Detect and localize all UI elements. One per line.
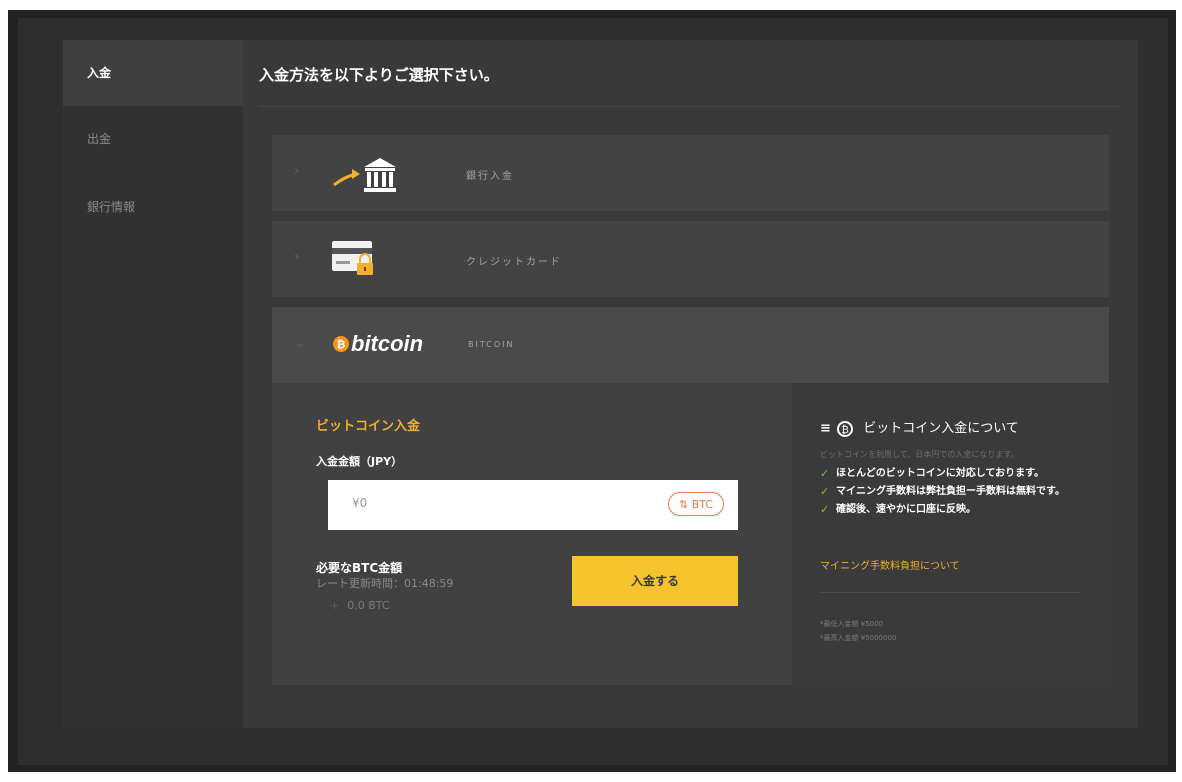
rate-update-time: レート更新時間：01:48:59 xyxy=(316,577,454,590)
max-deposit: *最高入金額 ¥5000000 xyxy=(820,634,897,642)
currency-toggle-button[interactable]: ⇅ BTC xyxy=(668,492,724,516)
sidebar-item-deposit[interactable]: 入金 xyxy=(63,40,243,106)
amount-input[interactable]: ¥0 ⇅ BTC xyxy=(328,480,738,530)
method-credit-label: クレジットカード xyxy=(466,257,562,268)
method-bitcoin: ⌄ ₿ bitcoin BITCOIN ビットコイン入金 入金金額（JPY） ¥… xyxy=(272,307,1109,685)
method-bitcoin-header[interactable]: ⌄ ₿ bitcoin BITCOIN xyxy=(272,307,1109,383)
svg-text:₿: ₿ xyxy=(337,339,346,351)
bitcoin-circle-icon: ₿ xyxy=(837,420,854,437)
sidebar-item-withdraw[interactable]: 出金 xyxy=(63,106,243,172)
bank-icon xyxy=(333,158,396,192)
section-title: ビットコイン入金 xyxy=(316,419,421,434)
feature-list: ✓ ほとんどのビットコインに対応しております。 ✓ マイニング手数料は弊社負担ー… xyxy=(820,467,1090,521)
mining-fee-link[interactable]: マイニング手数料負担について xyxy=(820,557,960,572)
main-content: 入金方法を以下よりご選択下さい。 › 銀行入金 › クレジットカード ⌄ ₿ b… xyxy=(243,40,1138,728)
credit-card-icon xyxy=(332,241,373,275)
required-btc-label: 必要なBTC金額 xyxy=(316,561,403,575)
sidebar-item-bank-info[interactable]: 銀行情報 xyxy=(63,174,243,240)
info-divider xyxy=(820,592,1080,593)
amount-label: 入金金額（JPY） xyxy=(316,455,403,468)
amount-value: ¥0 xyxy=(352,496,368,510)
bitcoin-info-panel: ≡ ₿ ビットコイン入金について ビットコインを利用して、日本円での入金になりま… xyxy=(792,383,1109,685)
plus-icon: + xyxy=(330,599,340,612)
deposit-limits: *最低入金額 ¥5000 *最高入金額 ¥5000000 xyxy=(820,617,896,645)
info-title: ≡ ₿ ビットコイン入金について xyxy=(820,417,1019,437)
bitcoin-deposit-form: ビットコイン入金 入金金額（JPY） ¥0 ⇅ BTC 必要なBTC金額 レート… xyxy=(272,383,788,685)
deposit-panel: 入金 出金 銀行情報 入金方法を以下よりご選択下さい。 › 銀行入金 › クレジ… xyxy=(63,40,1138,728)
method-bank-label: 銀行入金 xyxy=(466,171,514,182)
chevron-down-icon: ⌄ xyxy=(294,335,306,351)
check-icon: ✓ xyxy=(820,503,830,516)
app-frame: 入金 出金 銀行情報 入金方法を以下よりご選択下さい。 › 銀行入金 › クレジ… xyxy=(18,18,1168,765)
menu-icon: ≡ xyxy=(820,421,831,436)
chevron-right-icon: › xyxy=(294,249,300,265)
bitcoin-wordmark: bitcoin xyxy=(351,331,424,356)
deposit-button[interactable]: 入金する xyxy=(572,556,738,606)
min-deposit: *最低入金額 ¥5000 xyxy=(820,620,883,628)
list-item: ✓ マイニング手数料は弊社負担ー手数料は無料です。 xyxy=(820,485,1065,498)
method-bank[interactable]: › 銀行入金 xyxy=(272,135,1109,211)
check-icon: ✓ xyxy=(820,467,830,480)
page-title: 入金方法を以下よりご選択下さい。 xyxy=(259,66,499,84)
info-title-text: ビットコイン入金について xyxy=(863,421,1019,436)
sidebar: 入金 出金 銀行情報 xyxy=(63,40,243,728)
check-icon: ✓ xyxy=(820,485,830,498)
method-bitcoin-label: BITCOIN xyxy=(468,340,515,349)
method-credit-card[interactable]: › クレジットカード xyxy=(272,221,1109,297)
info-subtitle: ビットコインを利用して、日本円での入金になります。 xyxy=(820,450,1019,459)
bitcoin-logo-icon: ₿ xyxy=(333,336,349,352)
title-divider xyxy=(259,106,1121,107)
list-item: ✓ ほとんどのビットコインに対応しております。 xyxy=(820,467,1045,480)
chevron-right-icon: › xyxy=(294,163,300,179)
btc-amount: +0.0 BTC xyxy=(330,599,390,612)
list-item: ✓ 確認後、速やかに口座に反映。 xyxy=(820,503,976,516)
btc-amount-value: 0.0 BTC xyxy=(347,599,390,612)
app-screen: 入金 出金 銀行情報 入金方法を以下よりご選択下さい。 › 銀行入金 › クレジ… xyxy=(8,10,1176,772)
